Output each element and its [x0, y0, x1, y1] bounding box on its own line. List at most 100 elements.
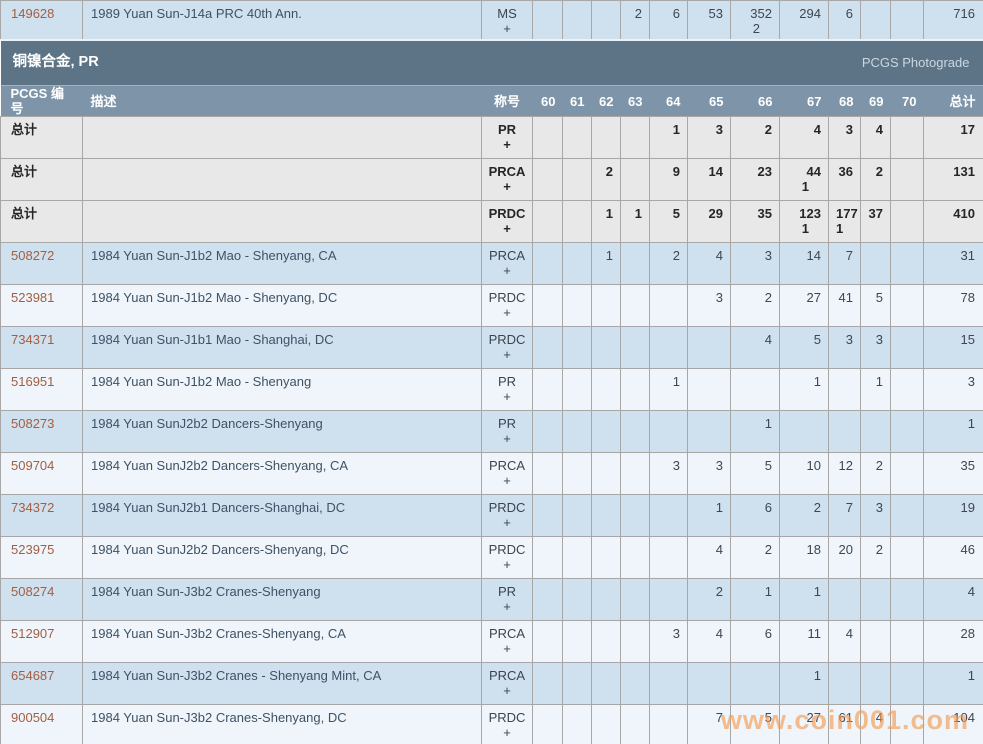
- pcgs-number-link[interactable]: 900504: [1, 705, 83, 744]
- column-header-8: 65: [688, 86, 731, 117]
- grade-cell-65: 4: [688, 537, 731, 579]
- pcgs-number-link[interactable]: 734372: [1, 495, 83, 537]
- column-header-13: 70: [891, 86, 924, 117]
- coin-description: 1984 Yuan Sun-J3b2 Cranes-Shenyang, CA: [83, 621, 482, 663]
- pcgs-number-link[interactable]: 523975: [1, 537, 83, 579]
- photograde-link[interactable]: PCGS Photograde: [862, 55, 970, 70]
- grade-cell-68: [829, 369, 861, 411]
- grade-cell-63: 1: [621, 201, 650, 243]
- grade-cell-70: [891, 201, 924, 243]
- grade-cell-66: 2: [731, 285, 780, 327]
- grade-cell-62: [592, 117, 621, 159]
- pcgs-number-link[interactable]: 508273: [1, 411, 83, 453]
- coin-description: 1984 Yuan Sun-J3b2 Cranes-Shenyang, DC: [83, 705, 482, 744]
- totals-row: 总计PRCA+291423441362131: [1, 159, 983, 201]
- coin-description: [83, 201, 482, 243]
- grade-cell-66: 3: [731, 243, 780, 285]
- row-total-cell: 15: [924, 327, 983, 369]
- grade-cell-68: 3: [829, 327, 861, 369]
- grade-cell-68: 7: [829, 243, 861, 285]
- grade-cell-65: 4: [688, 243, 731, 285]
- grade-cell-63: [621, 621, 650, 663]
- pcgs-number-link[interactable]: 509704: [1, 453, 83, 495]
- grade-cell-70: [891, 369, 924, 411]
- row-total-cell: 35: [924, 453, 983, 495]
- grade-cell-68: 3: [829, 117, 861, 159]
- grade-cell-67: 4: [780, 117, 829, 159]
- grade-cell-60: [533, 453, 563, 495]
- pop-report-table: 1496281989 Yuan Sun-J14a PRC 40th Ann.MS…: [0, 0, 983, 744]
- grade-cell-63: [621, 495, 650, 537]
- designation-cell: PRCA+: [482, 243, 533, 285]
- grade-cell-63: [621, 159, 650, 201]
- coin-description: 1984 Yuan SunJ2b2 Dancers-Shenyang, CA: [83, 453, 482, 495]
- grade-cell-64: 1: [650, 369, 688, 411]
- grade-cell-64: 2: [650, 243, 688, 285]
- designation-cell: PRCA+: [482, 663, 533, 705]
- grade-cell-67: 1: [780, 369, 829, 411]
- coin-description: [83, 117, 482, 159]
- pcgs-number-link[interactable]: 508272: [1, 243, 83, 285]
- row-total-cell: 28: [924, 621, 983, 663]
- grade-cell-62: [592, 579, 621, 621]
- grade-cell-65: 7: [688, 705, 731, 744]
- pcgs-number-link[interactable]: 516951: [1, 369, 83, 411]
- plus-count: 1: [787, 221, 821, 236]
- grade-cell-67: 14: [780, 243, 829, 285]
- row-total-cell: 410: [924, 201, 983, 243]
- column-header-12: 69: [861, 86, 891, 117]
- grade-cell-67: 18: [780, 537, 829, 579]
- grade-cell-68: 61: [829, 705, 861, 744]
- designation-cell: PR+: [482, 117, 533, 159]
- pcgs-number-link[interactable]: 512907: [1, 621, 83, 663]
- grade-cell-61: [563, 411, 592, 453]
- grade-cell-61: [563, 285, 592, 327]
- grade-cell-69: 4: [861, 117, 891, 159]
- grade-cell-63: [621, 327, 650, 369]
- grade-cell-61: [563, 663, 592, 705]
- grade-cell-63: [621, 663, 650, 705]
- pcgs-number-link[interactable]: 523981: [1, 285, 83, 327]
- grade-cell-61: [563, 369, 592, 411]
- row-total-cell: 19: [924, 495, 983, 537]
- grade-cell-60: [533, 621, 563, 663]
- grade-cell-69: [861, 1, 891, 40]
- grade-cell-68: [829, 579, 861, 621]
- grade-cell-65: 3: [688, 117, 731, 159]
- designation-cell: PRDC+: [482, 327, 533, 369]
- grade-cell-67: 1: [780, 663, 829, 705]
- grade-cell-62: [592, 453, 621, 495]
- grade-cell-61: [563, 117, 592, 159]
- grade-cell-67: 10: [780, 453, 829, 495]
- grade-cell-68: [829, 411, 861, 453]
- column-header-14: 总计: [924, 86, 983, 117]
- grade-cell-68: 7: [829, 495, 861, 537]
- table-row: 5129071984 Yuan Sun-J3b2 Cranes-Shenyang…: [1, 621, 983, 663]
- pcgs-number-link[interactable]: 734371: [1, 327, 83, 369]
- grade-cell-67: [780, 411, 829, 453]
- table-row: 5239811984 Yuan Sun-J1b2 Mao - Shenyang,…: [1, 285, 983, 327]
- grade-cell-69: [861, 663, 891, 705]
- table-row: 7343711984 Yuan Sun-J1b1 Mao - Shanghai,…: [1, 327, 983, 369]
- column-header-11: 68: [829, 86, 861, 117]
- pcgs-number-link[interactable]: 508274: [1, 579, 83, 621]
- table-row: 1496281989 Yuan Sun-J14a PRC 40th Ann.MS…: [1, 1, 983, 40]
- total-row-label: 总计: [1, 159, 83, 201]
- grade-cell-62: [592, 537, 621, 579]
- designation-cell: PRDC+: [482, 705, 533, 744]
- grade-cell-63: 2: [621, 1, 650, 40]
- total-row-label: 总计: [1, 201, 83, 243]
- coin-description: 1984 Yuan Sun-J3b2 Cranes-Shenyang: [83, 579, 482, 621]
- table-row: 9005041984 Yuan Sun-J3b2 Cranes-Shenyang…: [1, 705, 983, 744]
- grade-cell-69: [861, 411, 891, 453]
- grade-cell-70: [891, 1, 924, 40]
- grade-cell-60: [533, 579, 563, 621]
- grade-cell-69: 2: [861, 453, 891, 495]
- grade-cell-61: [563, 579, 592, 621]
- grade-cell-61: [563, 327, 592, 369]
- column-header-4: 61: [563, 86, 592, 117]
- pcgs-number-link[interactable]: 149628: [1, 1, 83, 40]
- total-row-label: 总计: [1, 117, 83, 159]
- pcgs-number-link[interactable]: 654687: [1, 663, 83, 705]
- grade-cell-62: [592, 705, 621, 744]
